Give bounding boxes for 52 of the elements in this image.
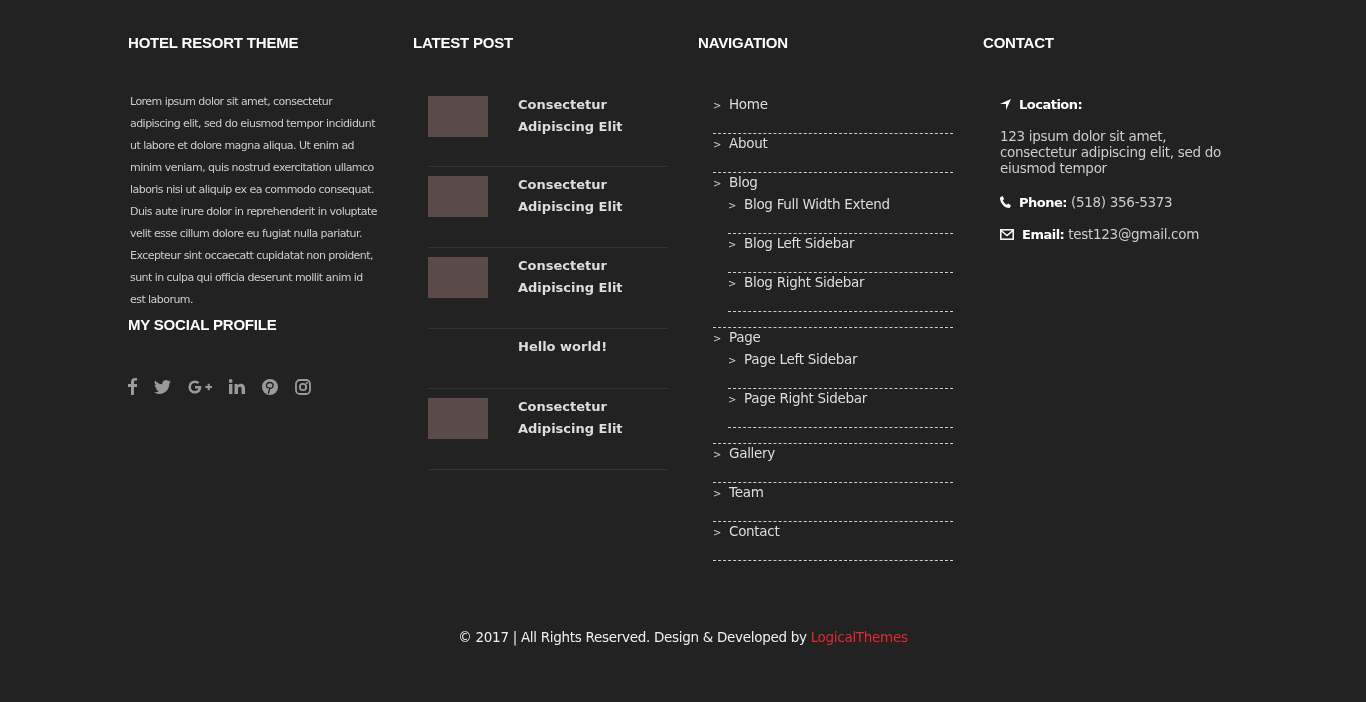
phone-label: Phone: [1019,194,1067,210]
nav-link[interactable]: Page Right Sidebar [744,390,867,406]
twitter-icon[interactable] [154,379,171,394]
phone-number: (518) 356-5373 [1071,194,1173,210]
column-heading: NAVIGATION [698,33,789,53]
post-title-link[interactable]: Consectetur Adipiscing Elit [518,396,658,469]
nav-link[interactable]: Gallery [729,445,775,461]
caret-icon: > [728,200,744,211]
location-label: Location: [1019,97,1083,112]
caret-icon: > [713,527,729,538]
email-label: Email: [1022,226,1065,242]
post-title-link[interactable]: Consectetur Adipiscing Elit [518,255,658,328]
nav-link[interactable]: Team [729,484,764,500]
caret-icon: > [713,333,729,344]
phone-icon [1000,196,1011,208]
caret-icon: > [728,278,744,289]
google-plus-icon[interactable] [188,379,212,394]
caret-icon: > [728,239,744,250]
caret-icon: > [713,449,729,460]
post-title-link[interactable]: Consectetur Adipiscing Elit [518,94,658,166]
caret-icon: > [728,394,744,405]
facebook-icon[interactable] [128,378,137,395]
post-title-link[interactable]: Hello world! [518,336,658,388]
nav-link[interactable]: Blog [729,174,758,190]
nav-link[interactable]: Blog Left Sidebar [744,235,855,251]
nav-link[interactable]: Blog Full Width Extend [744,196,890,212]
nav-link[interactable]: Blog Right Sidebar [744,274,865,290]
email-link[interactable]: test123@gmail.com [1068,226,1200,242]
envelope-icon [1000,228,1014,240]
nav-link[interactable]: About [729,135,768,151]
column-heading: MY SOCIAL PROFILE [128,315,278,335]
caret-icon: > [713,488,729,499]
pinterest-icon[interactable] [262,378,278,395]
about-paragraph: Lorem ipsum dolor sit amet, consectetur adipiscing elit, sed do eiusmod tempor incididunt ut labore et dolore magna aliqua. Ut enim ad minim veniam, quis nostrud exercitation ullamco laboris nisi ut aliquip ex ea commodo consequat. Duis aute irure dolor in reprehenderit in voluptate velit esse cillum dolore eu fugiat nulla pariatur. Excepteur sint occaecatt cupidatat non proident, sunt in culpa qui officia deserunt mollit anim id est laborum. [130,94,378,308]
nav-link[interactable]: Page [729,329,761,345]
column-heading: LATEST POST [413,33,515,53]
caret-icon: > [713,178,729,189]
copyright-text: © 2017 | All Rights Reserved. Design & Developed by LogicalThemes [457,629,909,645]
instagram-icon[interactable] [295,378,311,395]
caret-icon: > [713,139,729,150]
caret-icon: > [728,355,744,366]
caret-icon: > [713,100,729,111]
address-text: 123 ipsum dolor sit amet, consectetur adipiscing elit, sed do eiusmod tempor [1000,128,1223,176]
nav-link[interactable]: Contact [729,523,780,539]
column-heading: CONTACT [983,33,1055,53]
navigation-arrow-icon [1000,99,1011,110]
nav-link[interactable]: Page Left Sidebar [744,351,858,367]
column-heading: HOTEL RESORT THEME [128,33,300,53]
linkedin-icon[interactable] [229,379,245,394]
post-title-link[interactable]: Consectetur Adipiscing Elit [518,174,658,247]
nav-link[interactable]: Home [729,96,768,112]
developer-link[interactable]: LogicalThemes [810,629,908,645]
